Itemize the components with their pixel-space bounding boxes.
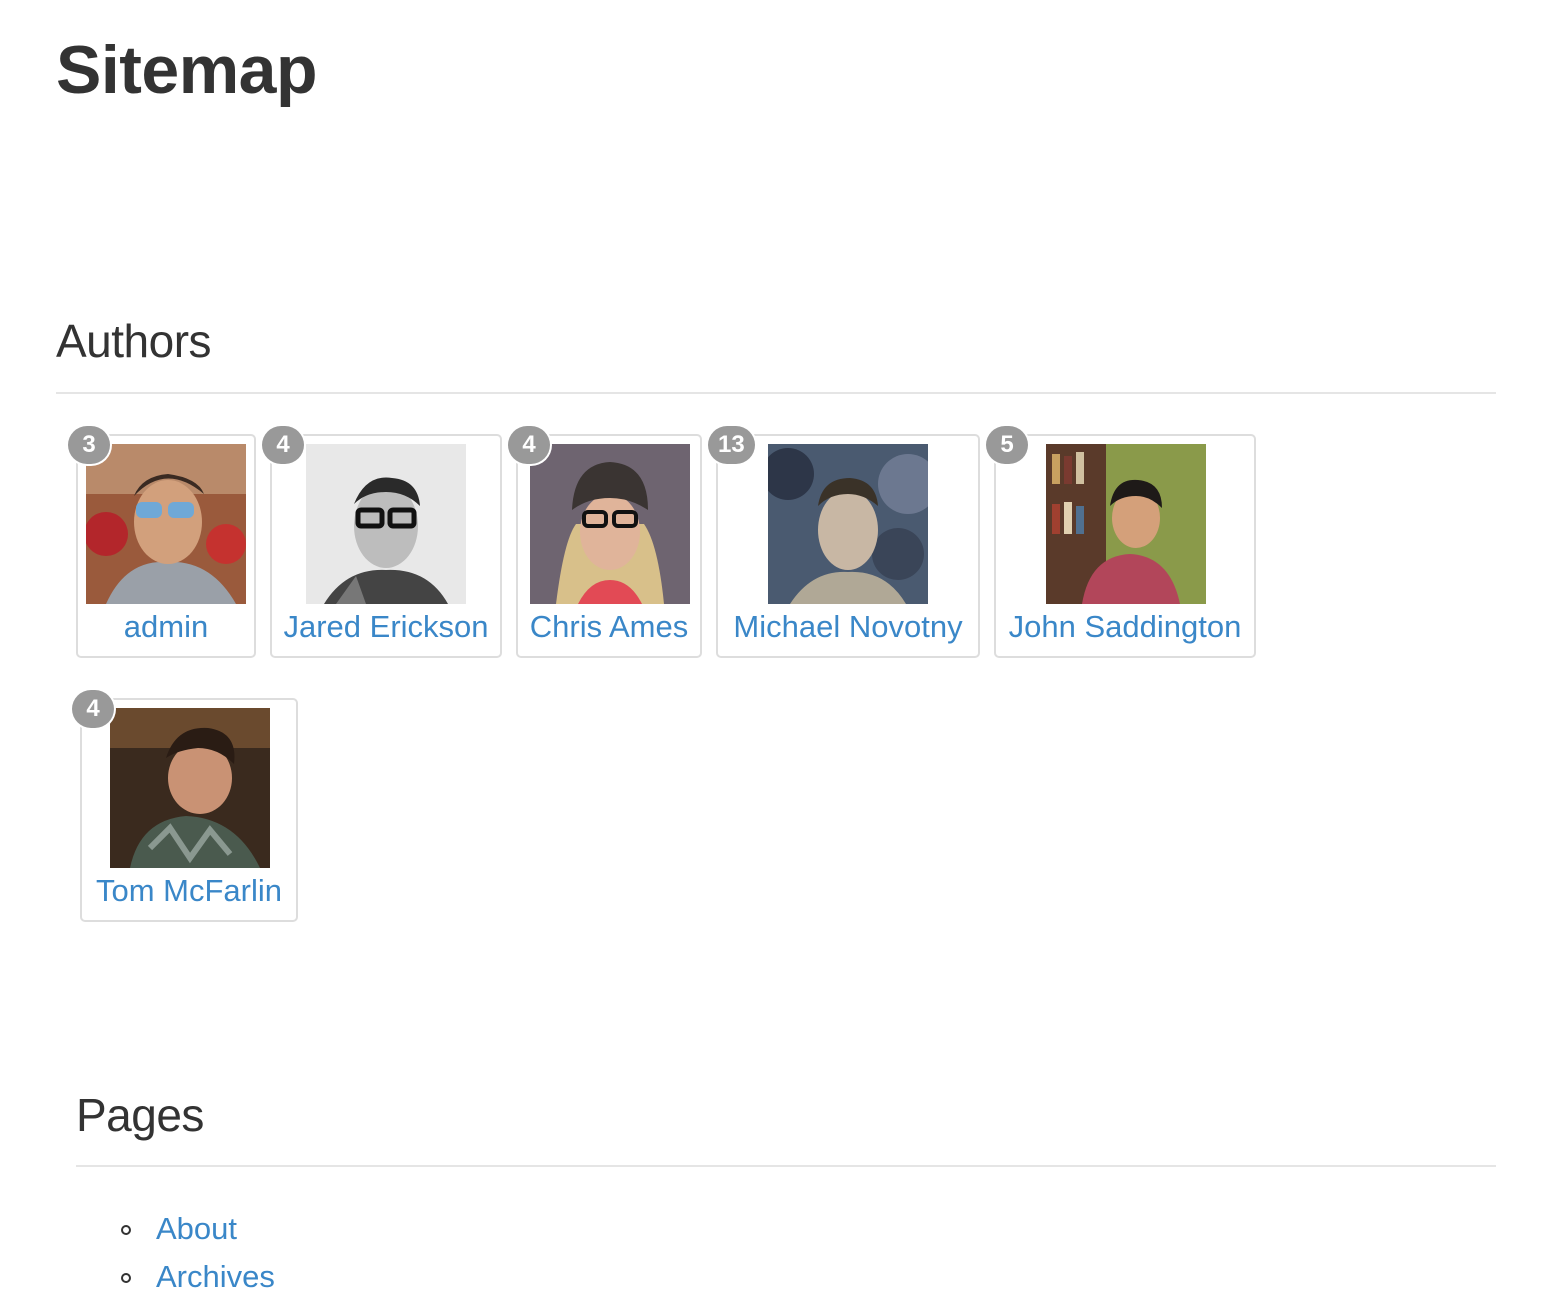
avatar-photo-chris-ames: [530, 444, 690, 604]
author-avatar: [110, 708, 270, 868]
post-count-badge: 3: [68, 426, 110, 464]
avatar-photo-admin: [86, 444, 246, 604]
author-avatar: [530, 444, 690, 604]
avatar-photo-michael-novotny: [768, 444, 928, 604]
author-card-chris-ames[interactable]: Chris Ames 4: [508, 426, 702, 658]
avatar-photo-john-saddington: [1046, 444, 1206, 604]
list-item: About: [76, 1205, 275, 1253]
post-count-badge: 4: [72, 690, 114, 728]
post-count-badge: 13: [708, 426, 755, 464]
author-avatar: [1046, 444, 1206, 604]
avatar-photo-tom-mcfarlin: [110, 708, 270, 868]
author-card-jared-erickson[interactable]: Jared Erickson 4: [262, 426, 502, 658]
author-name-link[interactable]: Michael Novotny: [718, 608, 978, 646]
author-name-link[interactable]: John Saddington: [996, 608, 1254, 646]
author-card-admin[interactable]: admin 3: [68, 426, 256, 658]
post-count-badge: 5: [986, 426, 1028, 464]
author-name-link[interactable]: admin: [78, 608, 254, 646]
page-link-archives[interactable]: Archives: [156, 1259, 275, 1294]
authors-divider: [56, 392, 1496, 394]
author-card-john-saddington[interactable]: John Saddington 5: [986, 426, 1256, 658]
circle-bullet-icon: [121, 1273, 131, 1283]
author-name-link[interactable]: Chris Ames: [518, 608, 700, 646]
list-item: Archives: [76, 1253, 275, 1301]
circle-bullet-icon: [121, 1225, 131, 1235]
pages-list: About Archives: [76, 1205, 275, 1301]
page-title: Sitemap: [56, 32, 318, 108]
pages-heading: Pages: [76, 1089, 204, 1141]
author-card-tom-mcfarlin[interactable]: Tom McFarlin 4: [72, 690, 298, 922]
post-count-badge: 4: [508, 426, 550, 464]
author-name-link[interactable]: Jared Erickson: [272, 608, 500, 646]
author-avatar: [768, 444, 928, 604]
author-name-link[interactable]: Tom McFarlin: [82, 872, 296, 910]
author-avatar: [86, 444, 246, 604]
pages-divider: [76, 1165, 1496, 1167]
author-card-michael-novotny[interactable]: Michael Novotny 13: [708, 426, 980, 658]
avatar-photo-jared-erickson: [306, 444, 466, 604]
authors-heading: Authors: [56, 315, 212, 367]
page-link-about[interactable]: About: [156, 1211, 237, 1246]
author-avatar: [306, 444, 466, 604]
post-count-badge: 4: [262, 426, 304, 464]
